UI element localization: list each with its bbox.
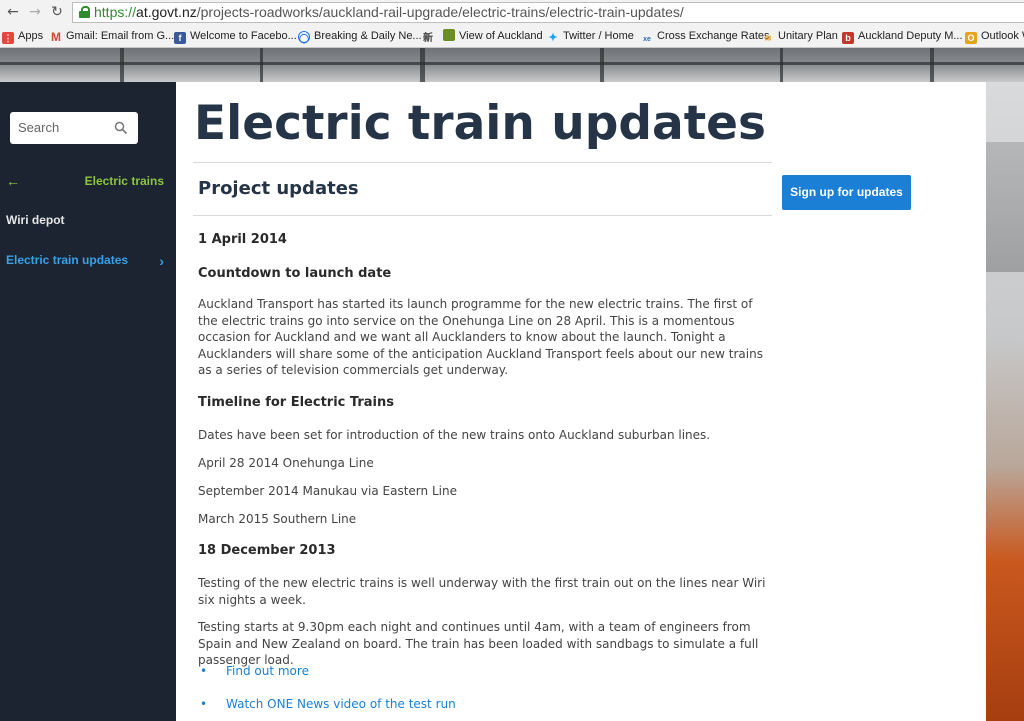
timeline-item: September 2014 Manukau via Eastern Line [198,484,457,498]
forward-icon[interactable]: → [26,3,44,21]
timeline-item: April 28 2014 Onehunga Line [198,456,374,470]
hero-beam [120,48,124,82]
divider [193,215,772,216]
twitter-icon: ✦ [548,32,558,44]
search-input[interactable]: Search [10,112,138,144]
news-video-link[interactable]: Watch ONE News video of the test run [200,697,456,711]
lock-icon [79,6,90,18]
signup-button[interactable]: Sign up for updates [782,175,911,210]
update-paragraph: Auckland Transport has started its launc… [198,297,763,378]
update-paragraph: Testing starts at 9.30pm each night and … [198,620,759,668]
bookmark-exchange[interactable]: xe Cross Exchange Rates [641,28,769,44]
bookmark-gmail[interactable]: M Gmail: Email from G... [50,28,174,44]
hero-beam [780,48,783,82]
update-date: 1 April 2014 [198,232,287,247]
chinese-icon: 新 [423,33,433,44]
outlook-icon: O [965,32,977,44]
bookmark-icon: b [842,32,854,44]
url-scheme: https:// [94,4,137,20]
sidebar-nav: Search ← Electric trains Wiri depot Elec… [0,82,176,721]
bookmarks-bar: ⋮ Apps M Gmail: Email from G... f Welcome t… [0,25,1024,46]
bookmark-unitary-plan[interactable]: ≋ Unitary Plan [762,28,838,44]
bookmark-news[interactable]: ◯ Breaking & Daily Ne... [298,28,422,44]
update-heading: Countdown to launch date [198,266,392,281]
main-content: Electric train updates Project updates S… [176,82,986,721]
url-path: /projects-roadworks/auckland-rail-upgrad… [196,4,684,20]
hero-banner [0,48,1024,82]
sidebar-item-electric-train-updates[interactable]: Electric train updates › [6,250,168,270]
search-icon[interactable] [114,121,128,135]
address-bar[interactable]: https://at.govt.nz/projects-roadworks/au… [72,2,1024,23]
sidebar-item-label: Wiri depot [6,213,65,227]
back-arrow-icon: ← [6,173,20,189]
reload-icon[interactable]: ↻ [48,3,66,21]
divider [193,162,772,163]
gmail-icon: M [51,30,61,44]
plan-icon: ≋ [764,33,772,43]
chevron-right-icon: › [159,253,164,269]
background-photo [986,82,1024,721]
hero-beam [0,62,1024,65]
bookmark-chinese[interactable]: 新 [422,28,438,44]
update-date: 18 December 2013 [198,543,336,558]
sidebar-item-wiri-depot[interactable]: Wiri depot [6,210,168,230]
timeline-item: March 2015 Southern Line [198,512,357,526]
bookmark-outlook[interactable]: OOutlook W [965,28,1024,44]
bookmark-apps[interactable]: ⋮ Apps [2,28,43,44]
page-title: Electric train updates [194,96,767,151]
search-placeholder: Search [18,120,60,135]
bookmark-view-of-auckland[interactable]: View of Auckland [443,28,543,44]
update-paragraph: Dates have been set for introduction of … [198,428,711,442]
back-icon[interactable]: ← [4,3,22,21]
globe-icon: ◯ [298,31,310,43]
update-heading: Timeline for Electric Trains [198,395,394,410]
apps-icon: ⋮ [2,32,14,44]
exchange-icon: xe [643,36,651,43]
bookmark-facebook[interactable]: f Welcome to Facebo... [174,28,297,44]
hero-beam [420,48,425,82]
hero-beam [260,48,263,82]
sidebar-back-electric-trains[interactable]: ← Electric trains [6,171,168,191]
section-heading: Project updates [198,178,359,199]
find-out-more-link[interactable]: Find out more [200,664,309,678]
address-bar-row: ← → ↻ https://at.govt.nz/projects-roadwo… [0,0,1024,25]
bookmark-deputy[interactable]: b Auckland Deputy M... [842,28,963,44]
url-host: at.govt.nz [136,4,197,20]
photo-icon [443,29,455,41]
facebook-icon: f [174,32,186,44]
bookmark-twitter[interactable]: ✦ Twitter / Home [547,28,634,44]
sidebar-item-label: Electric train updates [6,253,129,267]
update-paragraph: Testing of the new electric trains is we… [198,576,766,607]
hero-beam [930,48,934,82]
hero-beam [600,48,604,82]
browser-chrome: ← → ↻ https://at.govt.nz/projects-roadwo… [0,0,1024,48]
sidebar-item-label: Electric trains [84,174,164,188]
